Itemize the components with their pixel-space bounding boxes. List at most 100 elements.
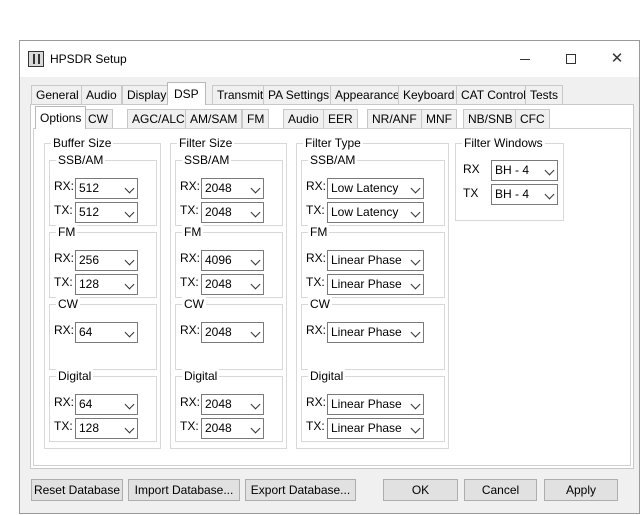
filter-size-digital-title: Digital [182, 369, 220, 383]
window-title: HPSDR Setup [50, 52, 127, 66]
filter-type-cw-group: CW RX: Linear Phase [301, 297, 445, 370]
dsp-tab-panel: Options CW AGC/ALC AM/SAM FM Audio EER N… [30, 104, 634, 469]
filter-windows-tx-combo[interactable]: BH - 4 [491, 184, 558, 205]
subtab-options[interactable]: Options [35, 106, 87, 129]
tab-general[interactable]: General [31, 85, 84, 105]
filter-type-digital-rx-combo[interactable]: Linear Phase [327, 394, 424, 415]
filter-size-fm-tx-value: 2048 [205, 277, 232, 291]
minimize-icon [520, 59, 530, 60]
filter-type-digital-tx-value: Linear Phase [331, 421, 402, 435]
tab-tests[interactable]: Tests [525, 85, 564, 105]
buffer-fm-rx-value: 256 [79, 253, 100, 267]
close-button[interactable]: ✕ [594, 41, 640, 77]
filter-type-fm-rx-value: Linear Phase [331, 253, 402, 267]
filter-type-digital-title: Digital [308, 369, 346, 383]
tab-transmit[interactable]: Transmit [212, 85, 269, 105]
filter-size-digital-tx-label: TX: [180, 419, 199, 433]
filter-size-digital-rx-value: 2048 [205, 397, 232, 411]
chevron-down-icon [410, 327, 421, 338]
buffer-ssb-am-group: SSB/AM RX: 512 TX: 512 [49, 153, 157, 226]
buffer-cw-rx-combo[interactable]: 64 [75, 322, 138, 343]
filter-type-fm-tx-combo[interactable]: Linear Phase [327, 274, 424, 295]
filter-type-group: Filter Type SSB/AM RX: Low Latency TX: L… [296, 136, 449, 449]
filter-size-fm-tx-combo[interactable]: 2048 [201, 274, 264, 295]
filter-size-digital-rx-combo[interactable]: 2048 [201, 394, 264, 415]
filter-type-title: Filter Type [303, 136, 363, 150]
tab-display[interactable]: Display [122, 85, 172, 105]
filter-size-ssb-tx-label: TX: [180, 203, 199, 217]
subtab-am-sam[interactable]: AM/SAM [185, 109, 243, 129]
filter-size-group: Filter Size SSB/AM RX: 2048 TX: 2048 FM … [170, 136, 287, 449]
tab-pa-settings[interactable]: PA Settings [263, 85, 335, 105]
filter-size-ssb-am-title: SSB/AM [182, 153, 232, 167]
subtab-agc-alc[interactable]: AGC/ALC [127, 109, 190, 129]
filter-type-cw-rx-combo[interactable]: Linear Phase [327, 322, 424, 343]
subtab-cfc[interactable]: CFC [515, 109, 550, 129]
filter-type-digital-group: Digital RX: Linear Phase TX: Linear Phas… [301, 369, 445, 442]
buffer-digital-rx-label: RX: [54, 395, 75, 409]
export-database-button[interactable]: Export Database... [245, 479, 356, 501]
buffer-digital-rx-combo[interactable]: 64 [75, 394, 138, 415]
minimize-button[interactable] [502, 41, 548, 77]
tab-keyboard[interactable]: Keyboard [398, 85, 460, 105]
chevron-down-icon [410, 399, 421, 410]
filter-windows-rx-combo[interactable]: BH - 4 [491, 160, 558, 181]
app-icon [28, 51, 44, 67]
reset-database-button[interactable]: Reset Database [31, 479, 123, 501]
cancel-button[interactable]: Cancel [464, 479, 537, 501]
filter-type-digital-tx-combo[interactable]: Linear Phase [327, 418, 424, 439]
buffer-ssb-rx-combo[interactable]: 512 [75, 178, 138, 199]
tab-audio[interactable]: Audio [81, 85, 122, 105]
maximize-button[interactable] [548, 41, 594, 77]
buffer-fm-tx-combo[interactable]: 128 [75, 274, 138, 295]
buffer-digital-tx-value: 128 [79, 421, 100, 435]
subtab-fm[interactable]: FM [242, 109, 270, 129]
subtab-mnf[interactable]: MNF [421, 109, 457, 129]
filter-size-ssb-am-group: SSB/AM RX: 2048 TX: 2048 [175, 153, 283, 226]
tab-cat-control[interactable]: CAT Control [456, 85, 531, 105]
filter-windows-tx-value: BH - 4 [495, 187, 530, 201]
tab-dsp[interactable]: DSP [167, 82, 206, 105]
chevron-down-icon [410, 183, 421, 194]
subtab-cw[interactable]: CW [83, 109, 113, 129]
buffer-digital-tx-combo[interactable]: 128 [75, 418, 138, 439]
title-bar: HPSDR Setup ✕ [20, 41, 639, 77]
apply-button[interactable]: Apply [544, 479, 618, 501]
chevron-down-icon [250, 255, 261, 266]
filter-type-fm-rx-combo[interactable]: Linear Phase [327, 250, 424, 271]
filter-size-fm-rx-value: 4096 [205, 253, 232, 267]
buffer-cw-group: CW RX: 64 [49, 297, 157, 370]
filter-size-cw-rx-value: 2048 [205, 325, 232, 339]
subtab-nb-snb[interactable]: NB/SNB [463, 109, 518, 129]
filter-type-fm-title: FM [308, 225, 330, 239]
main-tab-strip: General Audio Display DSP Transmit PA Se… [20, 82, 639, 105]
subtab-audio[interactable]: Audio [283, 109, 324, 129]
filter-size-digital-tx-value: 2048 [205, 421, 232, 435]
subtab-nr-anf[interactable]: NR/ANF [367, 109, 422, 129]
filter-size-fm-rx-combo[interactable]: 4096 [201, 250, 264, 271]
buffer-ssb-tx-combo[interactable]: 512 [75, 202, 138, 223]
buffer-fm-tx-label: TX: [54, 275, 73, 289]
close-icon: ✕ [610, 50, 624, 67]
filter-type-ssb-tx-combo[interactable]: Low Latency [327, 202, 424, 223]
filter-type-ssb-rx-combo[interactable]: Low Latency [327, 178, 424, 199]
chevron-down-icon [410, 255, 421, 266]
tab-appearance[interactable]: Appearance [330, 85, 405, 105]
subtab-eer[interactable]: EER [323, 109, 358, 129]
import-database-button[interactable]: Import Database... [128, 479, 240, 501]
buffer-cw-title: CW [56, 297, 80, 311]
chevron-down-icon [124, 255, 135, 266]
dsp-sub-tab-strip: Options CW AGC/ALC AM/SAM FM Audio EER N… [31, 106, 633, 129]
buffer-fm-rx-label: RX: [54, 251, 75, 265]
filter-size-fm-tx-label: TX: [180, 275, 199, 289]
filter-size-ssb-tx-value: 2048 [205, 205, 232, 219]
ok-button[interactable]: OK [383, 479, 458, 501]
filter-type-fm-tx-value: Linear Phase [331, 277, 402, 291]
filter-size-ssb-rx-combo[interactable]: 2048 [201, 178, 264, 199]
chevron-down-icon [544, 189, 555, 200]
filter-size-cw-rx-combo[interactable]: 2048 [201, 322, 264, 343]
filter-size-digital-tx-combo[interactable]: 2048 [201, 418, 264, 439]
filter-type-cw-title: CW [308, 297, 332, 311]
buffer-fm-rx-combo[interactable]: 256 [75, 250, 138, 271]
filter-size-ssb-tx-combo[interactable]: 2048 [201, 202, 264, 223]
